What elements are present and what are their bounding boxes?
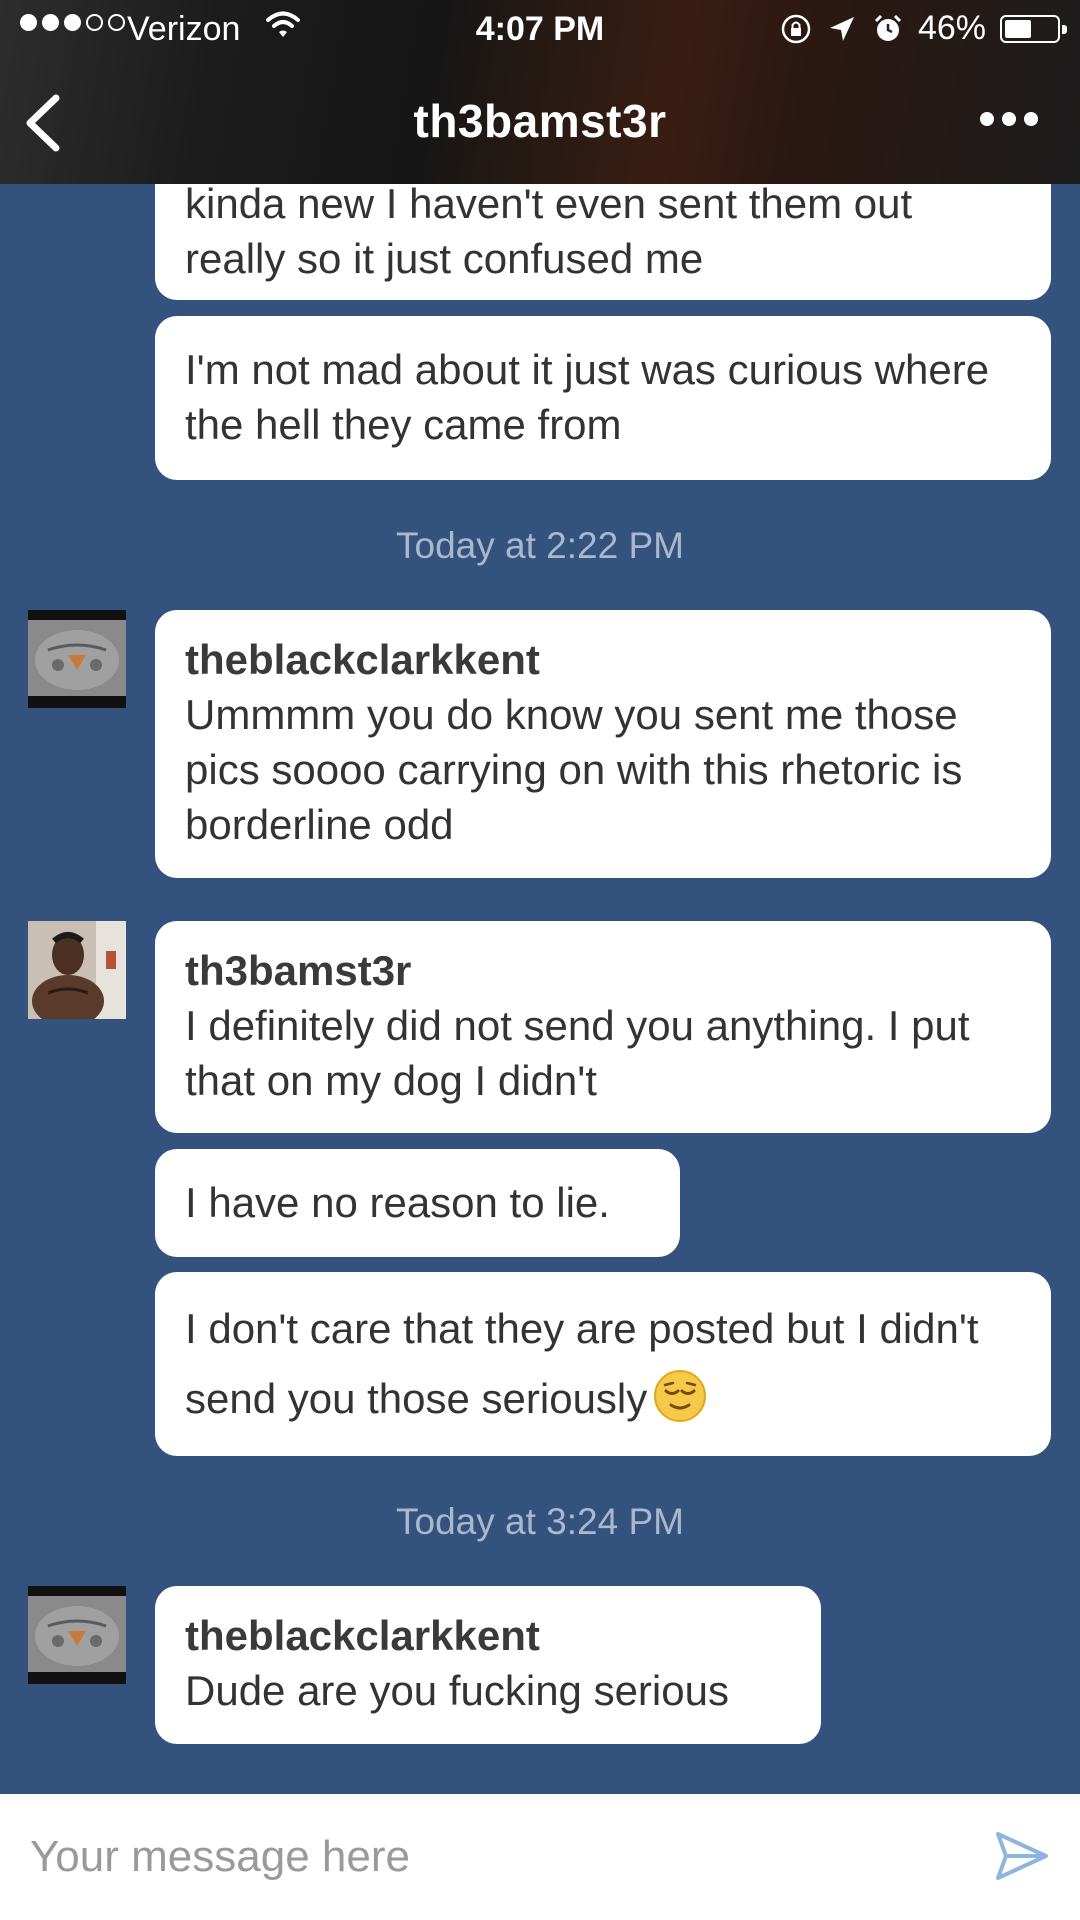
app-header: Verizon 4:07 PM 46% th3bamst3r bbox=[0, 0, 1080, 184]
message-bubble: theblackclarkkent Dude are you fucking s… bbox=[155, 1586, 821, 1744]
message-bubble: I'm not mad about it just was curious wh… bbox=[155, 316, 1051, 480]
alarm-icon bbox=[874, 14, 901, 41]
message-text: Ummmm you do know you sent me those pics… bbox=[185, 691, 963, 848]
location-arrow-icon bbox=[829, 16, 854, 41]
rotation-lock-icon bbox=[781, 14, 811, 43]
status-bar: Verizon 4:07 PM 46% bbox=[0, 0, 1080, 60]
message-text: I don't care that they are posted but I … bbox=[185, 1305, 979, 1422]
avatar[interactable] bbox=[28, 921, 126, 1019]
battery-percent: 46% bbox=[917, 9, 986, 47]
message-timestamp: Today at 2:22 PM bbox=[396, 525, 684, 566]
message-input[interactable] bbox=[30, 1824, 950, 1890]
message-text: I definitely did not send you anything. … bbox=[185, 1002, 970, 1104]
message-bubble: theblackclarkkent Ummmm you do know you … bbox=[155, 610, 1051, 878]
nav-bar: th3bamst3r bbox=[0, 60, 1080, 184]
message-timestamp: Today at 3:24 PM bbox=[396, 1501, 684, 1542]
message-text: kinda new I haven't even sent them out r… bbox=[185, 180, 913, 282]
message-text: I'm not mad about it just was curious wh… bbox=[185, 346, 990, 448]
message-bubble: th3bamst3r I definitely did not send you… bbox=[155, 921, 1051, 1133]
avatar[interactable] bbox=[28, 610, 126, 708]
more-dots-icon[interactable] bbox=[980, 112, 1038, 126]
message-bubble: I don't care that they are posted but I … bbox=[155, 1272, 1051, 1456]
message-sender: th3bamst3r bbox=[185, 947, 412, 994]
message-text: I have no reason to lie. bbox=[185, 1179, 610, 1226]
relieved-face-emoji-icon bbox=[654, 1370, 707, 1422]
message-text: Dude are you fucking serious bbox=[185, 1667, 729, 1714]
avatar[interactable] bbox=[28, 1586, 126, 1684]
conversation-title: th3bamst3r bbox=[413, 95, 667, 147]
message-sender: theblackclarkkent bbox=[185, 636, 540, 683]
message-bubble: I have no reason to lie. bbox=[155, 1149, 680, 1257]
message-sender: theblackclarkkent bbox=[185, 1612, 540, 1659]
battery-fill bbox=[1005, 19, 1031, 38]
send-icon[interactable] bbox=[994, 1828, 1050, 1884]
battery-icon bbox=[1000, 14, 1067, 43]
message-composer bbox=[0, 1794, 1080, 1920]
